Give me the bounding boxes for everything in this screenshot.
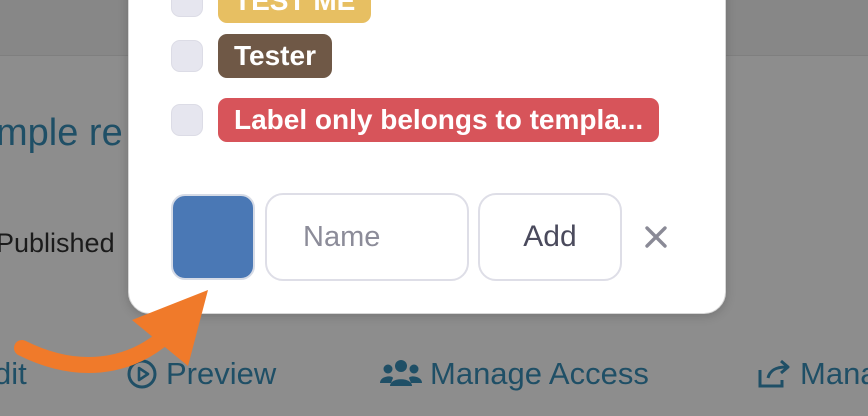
close-icon[interactable] (642, 223, 670, 251)
label-checkbox[interactable] (171, 40, 203, 72)
manage-share-action[interactable]: Mana (756, 356, 868, 392)
manage-access-action[interactable]: Manage Access (380, 356, 649, 392)
manage-access-label: Manage Access (430, 356, 649, 391)
new-label-form: Add (171, 193, 670, 281)
label-checkbox[interactable] (171, 0, 203, 17)
label-checkbox[interactable] (171, 104, 203, 136)
label-row: Tester (171, 34, 332, 78)
add-label-button[interactable]: Add (478, 193, 622, 281)
label-row: Label only belongs to templa... (171, 98, 660, 142)
label-name-input[interactable] (265, 193, 469, 281)
label-color-picker[interactable] (171, 194, 255, 280)
page-title: mple re (0, 112, 123, 154)
curved-arrow-icon (0, 280, 230, 395)
labels-popover: TEST ME Tester Label only belongs to tem… (128, 0, 726, 314)
manage-share-label: Mana (800, 356, 868, 391)
users-icon (380, 358, 422, 390)
share-icon (756, 358, 792, 390)
label-chip[interactable]: Tester (218, 34, 332, 78)
label-row: TEST ME (171, 0, 372, 23)
label-chip[interactable]: TEST ME (218, 0, 372, 23)
status-text: Published (0, 228, 115, 258)
label-chip[interactable]: Label only belongs to templa... (218, 98, 660, 142)
